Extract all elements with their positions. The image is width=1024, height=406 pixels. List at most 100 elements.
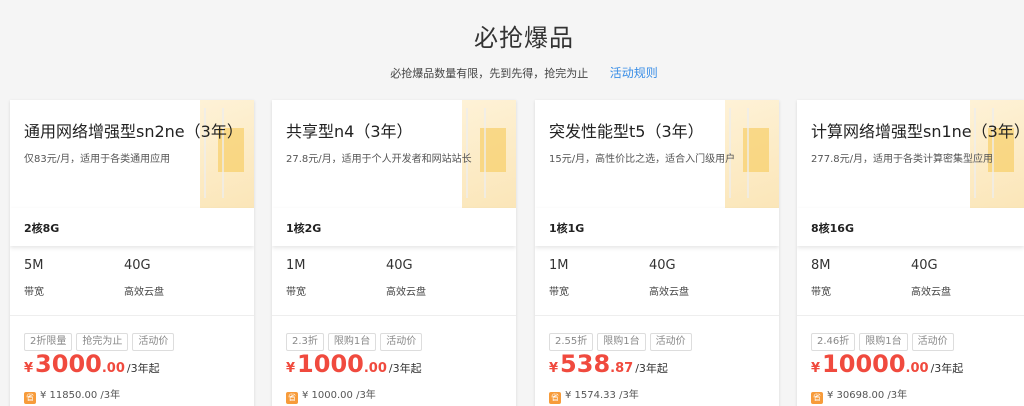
tag: 限购1台	[327, 333, 377, 351]
decor-graphic	[192, 100, 254, 208]
currency-symbol: ¥	[549, 361, 559, 376]
price: ¥10000.00/3年起	[811, 350, 963, 378]
subtitle-text: 必抢爆品数量有限，先到先得，抢完为止	[390, 67, 589, 80]
save-badge-icon: 省	[811, 392, 823, 404]
disk-metric: 40G 高效云盘	[649, 258, 689, 298]
price-decimal: .00	[905, 361, 929, 376]
tag: 2.3折	[286, 333, 324, 351]
price-integer: 3000	[35, 350, 102, 378]
original-price: 省 ¥ 1574.33 /3年	[549, 386, 639, 404]
price-integer: 10000	[822, 350, 906, 378]
disk-value: 40G	[649, 258, 676, 273]
tag-list: 2.46折 限购1台 活动价	[811, 329, 958, 351]
price-unit: /3年起	[388, 362, 422, 375]
original-price: 省 ¥ 11850.00 /3年	[24, 386, 120, 404]
disk-label: 高效云盘	[911, 287, 951, 298]
price: ¥538.87/3年起	[549, 350, 668, 378]
bandwidth-value: 8M	[811, 258, 831, 273]
disk-label: 高效云盘	[649, 287, 689, 298]
disk-metric: 40G 高效云盘	[911, 258, 951, 298]
section-header: 必抢爆品 必抢爆品数量有限，先到先得，抢完为止 活动规则	[0, 0, 1024, 100]
metrics-row: 1M 带宽 40G 高效云盘	[535, 246, 779, 316]
bandwidth-value: 1M	[549, 258, 569, 273]
tag: 2.46折	[811, 333, 856, 351]
card-top: 通用网络增强型sn2ne（3年） 仅83元/月，适用于各类通用应用	[10, 100, 254, 208]
save-badge-icon: 省	[286, 392, 298, 404]
tag: 活动价	[132, 333, 175, 351]
product-name: 突发性能型t5（3年）	[549, 122, 704, 141]
rules-link[interactable]: 活动规则	[610, 66, 658, 80]
original-price-text: ¥ 1574.33 /3年	[565, 390, 639, 401]
price: ¥3000.00/3年起	[24, 350, 160, 378]
tag-list: 2.3折 限购1台 活动价	[286, 329, 426, 351]
tag: 活动价	[911, 333, 954, 351]
tag-list: 2折限量 抢完为止 活动价	[24, 329, 178, 351]
currency-symbol: ¥	[286, 361, 296, 376]
product-desc: 15元/月，高性价比之选，适合入门级用户	[549, 154, 736, 165]
bandwidth-metric: 1M 带宽	[286, 258, 306, 298]
tag: 限购1台	[859, 333, 908, 351]
original-price-text: ¥ 30698.00 /3年	[827, 390, 908, 401]
page-title: 必抢爆品	[474, 24, 574, 52]
product-card[interactable]: 通用网络增强型sn2ne（3年） 仅83元/月，适用于各类通用应用 2核8G 5…	[10, 100, 254, 406]
price-unit: /3年起	[635, 362, 668, 375]
product-name: 通用网络增强型sn2ne（3年）	[24, 122, 243, 141]
product-name: 共享型n4（3年）	[286, 122, 413, 141]
metrics-row: 8M 带宽 40G 高效云盘	[797, 246, 1024, 316]
tag-list: 2.55折 限购1台 活动价	[549, 329, 696, 351]
tag: 2折限量	[24, 333, 73, 351]
disk-label: 高效云盘	[386, 287, 426, 298]
save-badge-icon: 省	[24, 392, 36, 404]
original-price-text: ¥ 1000.00 /3年	[302, 390, 376, 401]
disk-metric: 40G 高效云盘	[124, 258, 164, 298]
original-price: 省 ¥ 1000.00 /3年	[286, 386, 376, 404]
card-top: 突发性能型t5（3年） 15元/月，高性价比之选，适合入门级用户	[535, 100, 779, 208]
price-decimal: .87	[610, 361, 634, 376]
tag: 抢完为止	[76, 333, 129, 351]
subtitle-line: 必抢爆品数量有限，先到先得，抢完为止 活动规则	[0, 64, 1024, 81]
bandwidth-value: 1M	[286, 258, 306, 273]
disk-value: 40G	[386, 258, 413, 273]
spec-bar: 1核2G	[272, 208, 516, 246]
tag: 限购1台	[597, 333, 646, 351]
product-card[interactable]: 共享型n4（3年） 27.8元/月，适用于个人开发者和网站站长 1核2G 1M …	[272, 100, 516, 406]
spec-bar: 1核1G	[535, 208, 779, 246]
tag: 活动价	[649, 333, 692, 351]
product-desc: 27.8元/月，适用于个人开发者和网站站长	[286, 154, 472, 165]
product-cards: 通用网络增强型sn2ne（3年） 仅83元/月，适用于各类通用应用 2核8G 5…	[0, 100, 1024, 406]
spec-value: 2核8G	[24, 222, 60, 235]
spec-value: 1核2G	[286, 222, 322, 235]
disk-metric: 40G 高效云盘	[386, 258, 426, 298]
spec-value: 8核16G	[811, 222, 854, 235]
original-price-text: ¥ 11850.00 /3年	[40, 390, 121, 401]
product-card[interactable]: 突发性能型t5（3年） 15元/月，高性价比之选，适合入门级用户 1核1G 1M…	[535, 100, 779, 406]
price-integer: 538	[560, 350, 611, 378]
metrics-row: 1M 带宽 40G 高效云盘	[272, 246, 516, 316]
card-top: 计算网络增强型sn1ne（3年） 277.8元/月，适用于各类计算密集型应用	[797, 100, 1024, 208]
spec-bar: 8核16G	[797, 208, 1024, 246]
price-unit: /3年起	[126, 362, 160, 375]
spec-bar: 2核8G	[10, 208, 254, 246]
bandwidth-label: 带宽	[286, 287, 306, 298]
currency-symbol: ¥	[24, 361, 34, 376]
original-price: 省 ¥ 30698.00 /3年	[811, 386, 907, 404]
product-desc: 仅83元/月，适用于各类通用应用	[24, 154, 171, 165]
spec-value: 1核1G	[549, 222, 585, 235]
bandwidth-label: 带宽	[811, 287, 831, 298]
price-decimal: .00	[101, 361, 125, 376]
tag: 2.55折	[549, 333, 594, 351]
bandwidth-metric: 1M 带宽	[549, 258, 569, 298]
disk-value: 40G	[911, 258, 938, 273]
disk-value: 40G	[124, 258, 151, 273]
bandwidth-metric: 5M 带宽	[24, 258, 44, 298]
tag: 活动价	[380, 333, 423, 351]
product-card[interactable]: 计算网络增强型sn1ne（3年） 277.8元/月，适用于各类计算密集型应用 8…	[797, 100, 1024, 406]
product-desc: 277.8元/月，适用于各类计算密集型应用	[811, 154, 993, 165]
bandwidth-value: 5M	[24, 258, 44, 273]
disk-label: 高效云盘	[124, 287, 164, 298]
card-top: 共享型n4（3年） 27.8元/月，适用于个人开发者和网站站长	[272, 100, 516, 208]
price-decimal: .00	[363, 361, 387, 376]
bandwidth-metric: 8M 带宽	[811, 258, 831, 298]
price-unit: /3年起	[930, 362, 964, 375]
bandwidth-label: 带宽	[549, 287, 569, 298]
